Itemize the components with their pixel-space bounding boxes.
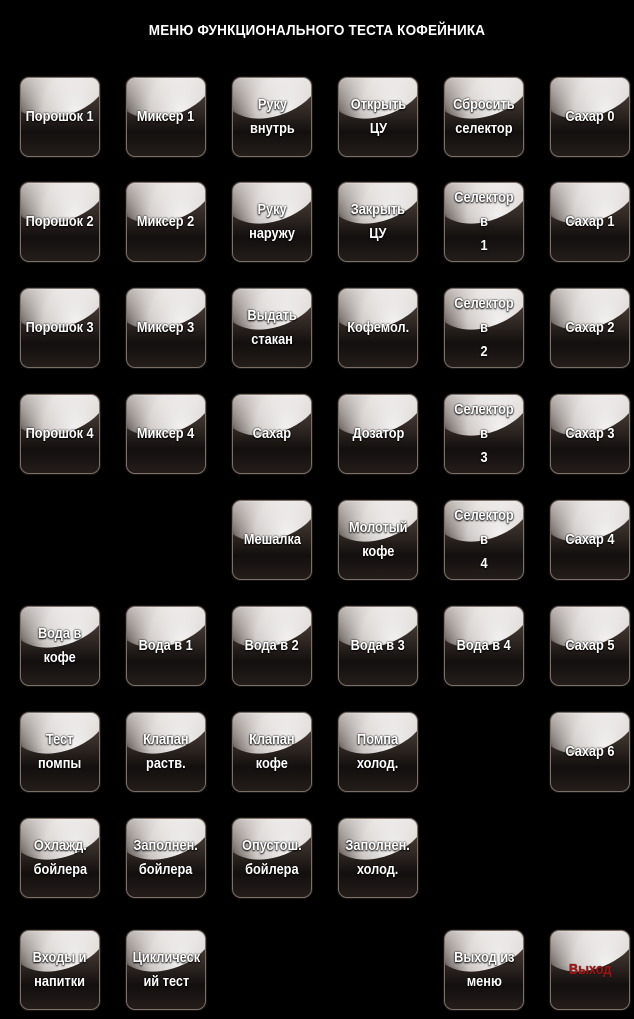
sugar-0-button[interactable]: Сахар 0 (550, 77, 630, 157)
button-label: Селектор в 1 (454, 190, 514, 254)
button-label: Циклическ ий тест (132, 950, 200, 990)
button-label: Заполнен. холод. (345, 838, 411, 878)
inputs-drinks-button[interactable]: Входы и напитки (20, 930, 100, 1010)
water-2-button[interactable]: Вода в 2 (232, 606, 312, 686)
button-label: Сахар 2 (565, 320, 615, 336)
button-label: Дозатор (352, 426, 404, 442)
valve-solution-button[interactable]: Клапан раств. (126, 712, 206, 792)
button-label: Сахар 6 (565, 744, 615, 760)
button-label: Руку внутрь (249, 97, 295, 137)
button-label: Охлажд. бойлера (33, 838, 87, 878)
cool-boiler-button[interactable]: Охлажд. бойлера (20, 818, 100, 898)
button-label: Миксер 3 (137, 320, 195, 336)
button-label: Сахар 1 (565, 214, 615, 230)
button-label: Порошок 1 (25, 109, 95, 125)
fill-cold-button[interactable]: Заполнен. холод. (338, 818, 418, 898)
water-coffee-button[interactable]: Вода в кофе (20, 606, 100, 686)
button-label: Миксер 4 (137, 426, 195, 442)
button-label: Выход (568, 962, 612, 978)
sugar-5-button[interactable]: Сахар 5 (550, 606, 630, 686)
button-label: Селектор в 2 (454, 296, 514, 360)
button-label: Входы и напитки (33, 950, 87, 990)
button-label: Вода в 3 (350, 638, 406, 654)
powder-1-button[interactable]: Порошок 1 (20, 77, 100, 157)
button-label: Сахар 0 (565, 109, 615, 125)
button-label: Опустош. бойлера (242, 838, 302, 878)
screen-background (8, 8, 634, 1019)
arm-in-button[interactable]: Руку внутрь (232, 77, 312, 157)
mixer-3-button[interactable]: Миксер 3 (126, 288, 206, 368)
button-label: Миксер 1 (137, 109, 195, 125)
button-label: Сахар (252, 426, 292, 442)
button-label: Селектор в 4 (454, 508, 514, 572)
button-label: Порошок 2 (25, 214, 95, 230)
button-label: Тест помпы (38, 732, 82, 772)
button-label: Руку наружу (249, 202, 295, 242)
exit-button[interactable]: Выход (550, 930, 630, 1010)
button-label: Сахар 5 (565, 638, 615, 654)
button-label: Кофемол. (347, 320, 409, 336)
powder-3-button[interactable]: Порошок 3 (20, 288, 100, 368)
button-label: Сахар 3 (565, 426, 615, 442)
button-label: Вода в 4 (456, 638, 512, 654)
button-label: Миксер 2 (137, 214, 195, 230)
button-label: Вода в кофе (38, 626, 82, 666)
selector-1-button[interactable]: Селектор в 1 (444, 182, 524, 262)
page-title: МЕНЮ ФУНКЦИОНАЛЬНОГО ТЕСТА КОФЕЙНИКА (148, 22, 486, 39)
mixer-1-button[interactable]: Миксер 1 (126, 77, 206, 157)
button-label: Вода в 2 (244, 638, 300, 654)
pump-test-button[interactable]: Тест помпы (20, 712, 100, 792)
sugar-3-button[interactable]: Сахар 3 (550, 394, 630, 474)
reset-selector-button[interactable]: Сбросить селектор (444, 77, 524, 157)
pump-cold-button[interactable]: Помпа холод. (338, 712, 418, 792)
button-label: Сахар 4 (565, 532, 615, 548)
button-label: Клапан раств. (143, 732, 189, 772)
grinder-button[interactable]: Кофемол. (338, 288, 418, 368)
dispenser-button[interactable]: Дозатор (338, 394, 418, 474)
ground-coffee-button[interactable]: Молотый кофе (338, 500, 418, 580)
button-label: Заполнен. бойлера (133, 838, 199, 878)
button-label: Порошок 3 (25, 320, 95, 336)
water-4-button[interactable]: Вода в 4 (444, 606, 524, 686)
water-1-button[interactable]: Вода в 1 (126, 606, 206, 686)
fill-boiler-button[interactable]: Заполнен. бойлера (126, 818, 206, 898)
water-3-button[interactable]: Вода в 3 (338, 606, 418, 686)
sugar-2-button[interactable]: Сахар 2 (550, 288, 630, 368)
button-label: Вода в 1 (138, 638, 194, 654)
powder-4-button[interactable]: Порошок 4 (20, 394, 100, 474)
sugar-4-button[interactable]: Сахар 4 (550, 500, 630, 580)
button-label: Выдать стакан (247, 308, 297, 348)
close-cu-button[interactable]: Закрыть ЦУ (338, 182, 418, 262)
mixer-2-button[interactable]: Миксер 2 (126, 182, 206, 262)
valve-coffee-button[interactable]: Клапан кофе (232, 712, 312, 792)
button-label: Клапан кофе (249, 732, 295, 772)
button-label: Сбросить селектор (453, 97, 515, 137)
stirrer-button[interactable]: Мешалка (232, 500, 312, 580)
selector-2-button[interactable]: Селектор в 2 (444, 288, 524, 368)
button-label: Мешалка (243, 532, 301, 548)
exit-menu-button[interactable]: Выход из меню (444, 930, 524, 1010)
button-label: Селектор в 3 (454, 402, 514, 466)
sugar-button[interactable]: Сахар (232, 394, 312, 474)
dispense-cup-button[interactable]: Выдать стакан (232, 288, 312, 368)
button-label: Открыть ЦУ (350, 97, 406, 137)
selector-3-button[interactable]: Селектор в 3 (444, 394, 524, 474)
sugar-6-button[interactable]: Сахар 6 (550, 712, 630, 792)
selector-4-button[interactable]: Селектор в 4 (444, 500, 524, 580)
arm-out-button[interactable]: Руку наружу (232, 182, 312, 262)
mixer-4-button[interactable]: Миксер 4 (126, 394, 206, 474)
open-cu-button[interactable]: Открыть ЦУ (338, 77, 418, 157)
empty-boiler-button[interactable]: Опустош. бойлера (232, 818, 312, 898)
button-label: Выход из меню (453, 950, 515, 990)
sugar-1-button[interactable]: Сахар 1 (550, 182, 630, 262)
button-label: Порошок 4 (25, 426, 95, 442)
cyclic-test-button[interactable]: Циклическ ий тест (126, 930, 206, 1010)
powder-2-button[interactable]: Порошок 2 (20, 182, 100, 262)
button-label: Закрыть ЦУ (350, 202, 406, 242)
button-label: Молотый кофе (348, 520, 408, 560)
button-label: Помпа холод. (357, 732, 399, 772)
